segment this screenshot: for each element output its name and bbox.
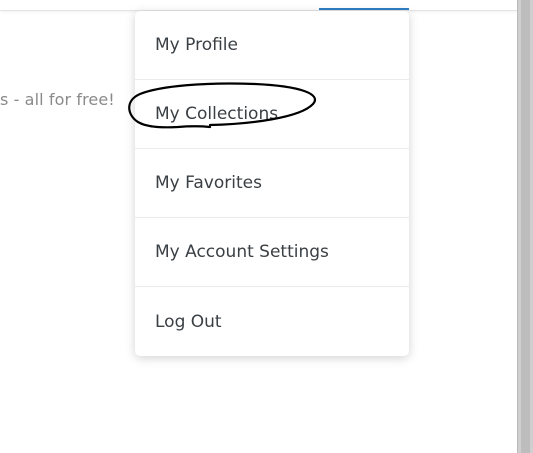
menu-item-label: My Favorites xyxy=(155,173,262,193)
menu-item-my-favorites[interactable]: My Favorites xyxy=(135,149,409,218)
scrollbar-thumb[interactable] xyxy=(521,0,530,453)
menu-item-label: Log Out xyxy=(155,311,222,332)
menu-item-my-collections[interactable]: My Collections xyxy=(135,80,409,149)
vertical-scrollbar[interactable] xyxy=(517,0,533,453)
user-dropdown-menu: My Profile My Collections My Favorites M… xyxy=(135,11,409,356)
top-nav-bar xyxy=(0,0,517,11)
menu-item-my-account-settings[interactable]: My Account Settings xyxy=(135,218,409,287)
menu-item-label: My Account Settings xyxy=(155,242,329,262)
menu-item-label: My Collections xyxy=(155,104,279,124)
active-nav-tab-indicator xyxy=(319,8,409,10)
page-tagline: s - all for free! xyxy=(0,90,115,109)
menu-item-log-out[interactable]: Log Out xyxy=(135,287,409,356)
menu-item-my-profile[interactable]: My Profile xyxy=(135,11,409,80)
menu-item-label: My Profile xyxy=(155,35,238,55)
